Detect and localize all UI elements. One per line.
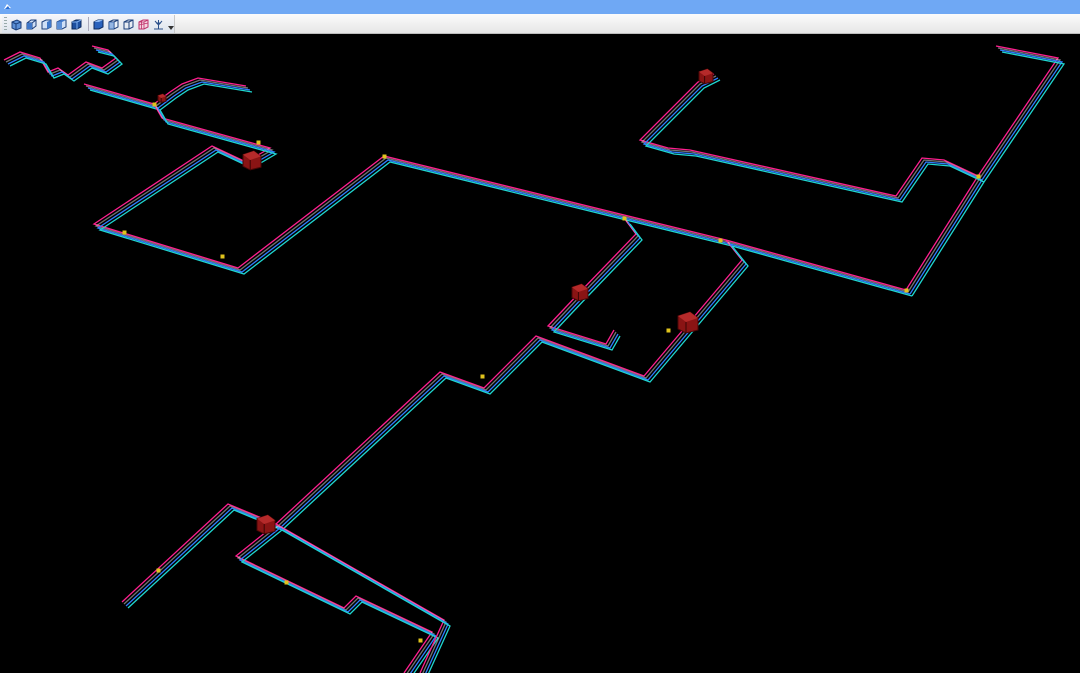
- view-toolstrip: [2, 15, 175, 33]
- junction-marker[interactable]: [904, 288, 909, 293]
- route-mid-branch[interactable]: [546, 217, 643, 351]
- cable-line: [123, 505, 279, 605]
- device-cabinet-1[interactable]: [242, 150, 262, 171]
- cable-line: [87, 81, 251, 109]
- junction-marker[interactable]: [152, 102, 157, 107]
- network-diagram[interactable]: [0, 34, 1080, 673]
- top-view-icon: [26, 19, 37, 29]
- outline-view-button[interactable]: [122, 17, 135, 31]
- solid-view-button[interactable]: [70, 17, 83, 31]
- antenna-button[interactable]: [152, 17, 165, 31]
- cable-line: [548, 219, 639, 347]
- device-cabinet-5[interactable]: [256, 514, 276, 535]
- front-view-button[interactable]: [40, 17, 53, 31]
- grid-cube-icon: [138, 19, 149, 29]
- junction-marker[interactable]: [976, 174, 981, 179]
- toolstrip-grip[interactable]: [4, 17, 7, 31]
- cable-line: [644, 79, 985, 203]
- route-upper-left-tail[interactable]: [3, 45, 124, 82]
- junction-marker[interactable]: [156, 568, 161, 573]
- top-view-button[interactable]: [25, 17, 38, 31]
- junction-marker[interactable]: [418, 638, 423, 643]
- side-view-icon: [56, 19, 67, 29]
- chevron-down-icon: [167, 26, 174, 30]
- wireframe-view-button[interactable]: [107, 17, 120, 31]
- grid-view-button[interactable]: [137, 17, 150, 31]
- wire-cube-icon: [108, 19, 119, 29]
- cable-line: [905, 45, 1060, 291]
- route-left-loop[interactable]: [92, 145, 913, 297]
- junction-marker[interactable]: [480, 374, 485, 379]
- toolbar-overflow-button[interactable]: [167, 17, 175, 31]
- junction-marker[interactable]: [284, 580, 289, 585]
- devices: [157, 68, 714, 535]
- route-upper-left-a[interactable]: [83, 77, 253, 111]
- cable-line: [275, 239, 743, 525]
- cable-line: [281, 245, 749, 531]
- toolbar-separator: [88, 17, 90, 31]
- antenna-icon: [154, 19, 164, 29]
- route-right-vertical[interactable]: [905, 45, 1066, 297]
- cable-line: [279, 243, 747, 529]
- cable-line: [85, 79, 249, 107]
- cable-line: [277, 241, 745, 527]
- cable-line: [92, 145, 907, 291]
- iso-view-button[interactable]: [10, 17, 23, 31]
- route-mid-drop[interactable]: [275, 239, 749, 531]
- junction-marker[interactable]: [622, 216, 627, 221]
- route-bottom-loop[interactable]: [234, 523, 439, 673]
- junction-marker[interactable]: [256, 140, 261, 145]
- outline-cube-icon: [123, 19, 134, 29]
- toolbar: [0, 14, 1080, 34]
- shaded-view-button[interactable]: [92, 17, 105, 31]
- front-view-icon: [41, 19, 52, 29]
- junction-marker[interactable]: [666, 328, 671, 333]
- iso-view-icon: [11, 18, 22, 31]
- 3d-viewport[interactable]: [0, 34, 1080, 673]
- shaded-cube-icon: [93, 19, 104, 29]
- side-view-button[interactable]: [55, 17, 68, 31]
- device-cabinet-6[interactable]: [157, 93, 167, 103]
- route-bottom-diag[interactable]: [275, 523, 451, 673]
- app-icon: [4, 4, 11, 9]
- cable-line: [552, 223, 643, 351]
- junction-marker[interactable]: [220, 254, 225, 259]
- device-cabinet-4[interactable]: [698, 68, 714, 85]
- device-cabinet-2[interactable]: [571, 283, 589, 302]
- route-right-loop[interactable]: [638, 73, 985, 203]
- cable-routes: [3, 45, 1066, 673]
- title-bar: [0, 0, 1080, 14]
- junction-marker[interactable]: [718, 238, 723, 243]
- solid-cube-icon: [71, 19, 82, 29]
- junction-marker[interactable]: [122, 230, 127, 235]
- device-cabinet-3[interactable]: [677, 311, 699, 334]
- cable-line: [89, 83, 253, 111]
- cable-line: [907, 47, 1062, 293]
- cable-line: [550, 221, 641, 349]
- junction-marker[interactable]: [382, 154, 387, 159]
- cable-line: [94, 147, 909, 293]
